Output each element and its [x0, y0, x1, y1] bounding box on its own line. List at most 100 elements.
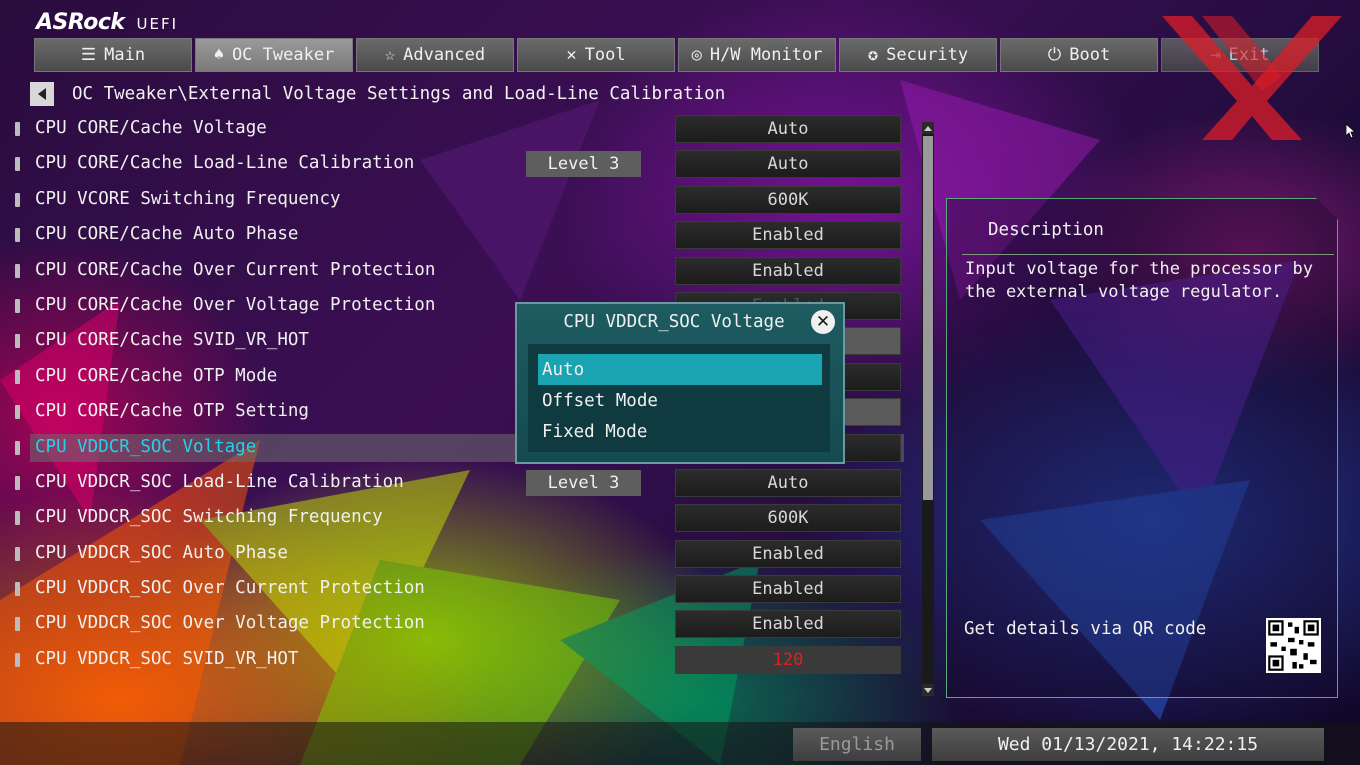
tab-label: Tool	[584, 45, 626, 65]
list-icon: ☰	[80, 45, 97, 65]
setting-row[interactable]: CPU VDDCR_SOC Over Voltage Protection Ena…	[0, 607, 920, 642]
setting-row[interactable]: CPU VDDCR_SOC Load-Line Calibration Level…	[0, 466, 920, 501]
setting-value[interactable]: Enabled	[675, 539, 901, 568]
datetime-display: Wed 01/13/2021, 14:22:15	[932, 728, 1324, 761]
setting-label: CPU CORE/Cache Voltage	[35, 118, 267, 138]
setting-label: CPU VCORE Switching Frequency	[35, 188, 341, 209]
row-marker	[15, 511, 20, 526]
setting-label: CPU CORE/Cache Over Current Protection	[35, 259, 436, 280]
row-marker	[15, 617, 20, 632]
setting-row[interactable]: CPU VDDCR_SOC Auto Phase Enabled	[0, 537, 920, 572]
asrock-logo: ASRock UEFI	[36, 10, 178, 36]
star-icon: ☆	[384, 45, 396, 65]
back-button[interactable]	[30, 82, 54, 106]
tab-security[interactable]: ✪ Security	[839, 38, 997, 72]
tab-label: Security	[886, 45, 969, 65]
setting-label: CPU CORE/Cache SVID_VR_HOT	[35, 330, 309, 351]
setting-value[interactable]: Enabled	[675, 221, 901, 250]
row-marker	[15, 334, 20, 349]
popup-title: CPU VDDCR_SOC Voltage	[563, 312, 785, 332]
setting-row[interactable]: CPU VDDCR_SOC Switching Frequency 600K	[0, 501, 920, 536]
setting-label: CPU CORE/Cache Auto Phase	[35, 224, 299, 245]
setting-label: CPU CORE/Cache Over Voltage Protection	[35, 294, 436, 315]
setting-label: CPU VDDCR_SOC Over Voltage Protection	[35, 613, 425, 634]
monitor-icon: ◎	[691, 45, 702, 65]
qr-code-icon	[1266, 618, 1321, 673]
setting-row[interactable]: CPU CORE/Cache Over Current Protection En…	[0, 254, 920, 289]
row-marker	[15, 582, 20, 597]
row-marker	[15, 440, 20, 455]
tab-label: Advanced	[403, 45, 486, 65]
rocket-icon: ♠	[213, 45, 224, 65]
popup-option-auto[interactable]: Auto	[538, 354, 822, 385]
popup-option-offset-mode[interactable]: Offset Mode	[538, 385, 822, 416]
row-marker	[15, 122, 20, 136]
row-marker	[15, 652, 20, 667]
shield-icon: ✪	[867, 45, 879, 65]
setting-value[interactable]: 120	[675, 645, 901, 674]
setting-row[interactable]: CPU VDDCR_SOC SVID_VR_HOT 120	[0, 643, 920, 678]
setting-label: CPU CORE/Cache OTP Setting	[35, 401, 309, 422]
tools-icon: ✕	[566, 45, 577, 65]
tab-label: H/W Monitor	[709, 45, 823, 65]
back-arrow-icon	[38, 88, 46, 100]
setting-value[interactable]: Enabled	[675, 575, 901, 604]
tab-advanced[interactable]: ☆ Advanced	[356, 38, 514, 72]
row-marker	[15, 369, 20, 384]
row-marker	[15, 157, 20, 172]
setting-label: CPU CORE/Cache Load-Line Calibration	[35, 153, 415, 174]
tab-boot[interactable]: ⏻ Boot	[1000, 38, 1158, 72]
scrollbar[interactable]	[922, 122, 934, 696]
scroll-thumb[interactable]	[923, 136, 933, 500]
setting-row[interactable]: CPU VCORE Switching Frequency 600K	[0, 183, 920, 218]
row-marker	[15, 263, 20, 278]
setting-value[interactable]: 600K	[675, 504, 901, 533]
popup-option-fixed-mode[interactable]: Fixed Mode	[538, 416, 822, 447]
tab-hw-monitor[interactable]: ◎ H/W Monitor	[678, 38, 836, 72]
setting-label: CPU VDDCR_SOC Switching Frequency	[35, 507, 383, 528]
description-text: Input voltage for the processor by the e…	[965, 259, 1313, 302]
brand-name: ASRock	[36, 10, 125, 35]
qr-label: Get details via QR code	[964, 619, 1207, 639]
setting-row[interactable]: CPU CORE/Cache Auto Phase Enabled	[0, 218, 920, 253]
scroll-up-arrow-icon[interactable]	[922, 122, 934, 134]
popup-option-list: Auto Offset Mode Fixed Mode	[528, 344, 830, 452]
tab-label: Main	[104, 45, 146, 65]
setting-label: CPU VDDCR_SOC Over Current Protection	[35, 578, 425, 599]
row-marker	[15, 405, 20, 420]
description-divider	[962, 254, 1334, 255]
power-icon: ⏻	[1047, 45, 1062, 65]
main-tabs: ☰ Main ♠ OC Tweaker ☆ Advanced ✕ Tool ◎ H/W M…	[34, 38, 1319, 72]
tab-tool[interactable]: ✕ Tool	[517, 38, 675, 72]
setting-value[interactable]: Auto	[675, 150, 901, 179]
row-marker	[15, 546, 20, 561]
brand-suffix: UEFI	[136, 15, 179, 33]
watermark-logo	[1162, 16, 1342, 140]
setting-row[interactable]: CPU VDDCR_SOC Over Current Protection Ena…	[0, 572, 920, 607]
row-marker	[15, 192, 20, 207]
tab-main[interactable]: ☰ Main	[34, 38, 192, 72]
language-button[interactable]: English	[793, 728, 921, 761]
close-icon[interactable]: ✕	[811, 310, 835, 334]
tab-label: Boot	[1069, 45, 1111, 65]
scroll-down-arrow-icon[interactable]	[922, 684, 934, 696]
setting-label: CPU VDDCR_SOC Load-Line Calibration	[35, 471, 404, 492]
tab-label: OC Tweaker	[231, 45, 335, 65]
setting-value[interactable]: Enabled	[675, 256, 901, 285]
setting-label: CPU VDDCR_SOC Voltage	[35, 436, 257, 457]
breadcrumb: OC Tweaker\External Voltage Settings and…	[72, 84, 726, 104]
setting-value[interactable]: 600K	[675, 185, 901, 214]
setting-row[interactable]: CPU CORE/Cache Load-Line Calibration Leve…	[0, 147, 920, 182]
tab-oc-tweaker[interactable]: ♠ OC Tweaker	[195, 38, 353, 72]
option-popup: CPU VDDCR_SOC Voltage ✕ Auto Offset Mode…	[515, 302, 845, 464]
level-readout: Level 3	[526, 469, 641, 496]
setting-row[interactable]: CPU CORE/Cache Voltage Auto	[0, 112, 920, 147]
setting-value[interactable]: Auto	[675, 115, 901, 143]
row-marker	[15, 475, 20, 490]
setting-label: CPU VDDCR_SOC Auto Phase	[35, 542, 288, 563]
row-marker	[15, 298, 20, 313]
setting-value[interactable]: Auto	[675, 468, 901, 497]
setting-label: CPU VDDCR_SOC SVID_VR_HOT	[35, 648, 299, 669]
level-readout: Level 3	[526, 151, 641, 178]
setting-value[interactable]: Enabled	[675, 610, 901, 639]
